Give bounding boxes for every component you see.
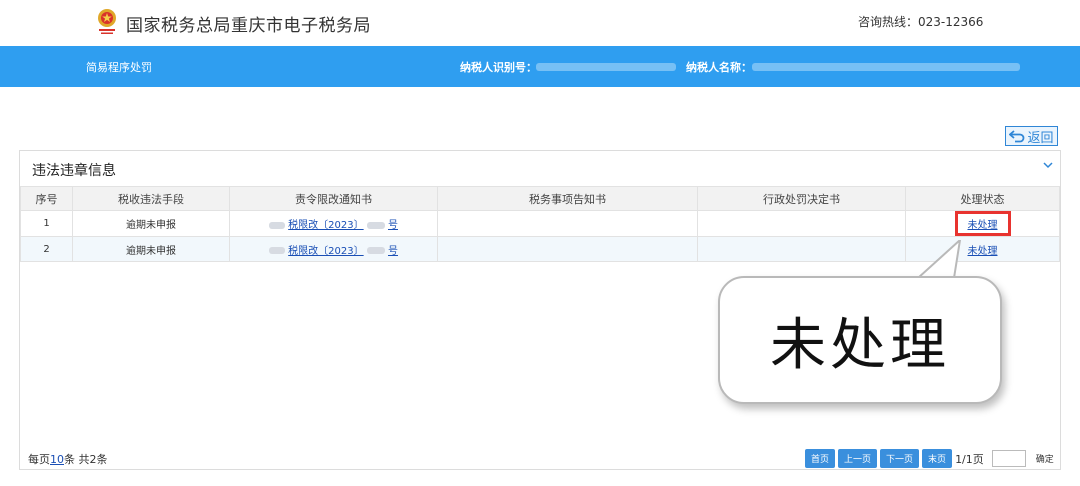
page-jump-input[interactable]: [991, 450, 1026, 467]
callout-bubble: 未处理: [718, 276, 1002, 404]
row-decision: [697, 236, 906, 262]
col-correction-notice: 责令限改通知书: [229, 186, 438, 211]
first-page-button[interactable]: 首页: [805, 449, 836, 468]
notice-suffix[interactable]: 号: [388, 246, 398, 257]
row-matters: [437, 210, 698, 237]
row-index: 2: [20, 236, 73, 262]
status-link[interactable]: 未处理: [968, 246, 998, 257]
row-matters: [437, 236, 698, 262]
page-size-info: 每页10条 共2条: [28, 451, 108, 467]
back-button-label: 返回: [1027, 130, 1054, 146]
redacted-text: [366, 221, 385, 229]
taxpayer-id-label: 纳税人识别号：: [460, 61, 537, 74]
tax-emblem-icon: [98, 9, 116, 34]
callout-tail: [915, 240, 962, 279]
page-jump-confirm[interactable]: 确定: [1036, 452, 1054, 465]
row-index: 1: [20, 210, 73, 237]
callout-text: 未处理: [770, 312, 950, 378]
page: 国家税务总局重庆市电子税务局 咨询热线：023-12366 简易程序处罚 纳税人…: [0, 0, 1080, 486]
row-status: 未处理: [905, 210, 1060, 237]
per-page-suffix: 条 共2条: [64, 453, 108, 466]
prev-page-button[interactable]: 上一页: [838, 449, 878, 468]
header: 国家税务总局重庆市电子税务局 咨询热线：023-12366: [0, 0, 1080, 46]
next-page-button[interactable]: 下一页: [880, 449, 920, 468]
notice-number[interactable]: 税限改〔2023〕: [288, 220, 363, 231]
row-means: 逾期未申报: [72, 210, 230, 237]
panel-title: 违法违章信息: [32, 163, 116, 179]
page-info: 1/1页: [955, 452, 984, 466]
taxpayer-id-redacted: [536, 63, 676, 71]
table-header-row: 序号 税收违法手段 责令限改通知书 税务事项告知书 行政处罚决定书 处理状态: [20, 186, 1060, 211]
chevron-down-icon[interactable]: [1042, 159, 1054, 171]
notice-number[interactable]: 税限改〔2023〕: [288, 246, 363, 257]
redacted-text: [366, 247, 385, 254]
col-means: 税收违法手段: [72, 186, 230, 211]
return-arrow-icon: [1009, 130, 1025, 143]
status-highlight: 未处理: [954, 211, 1011, 236]
redacted-text: [268, 221, 285, 229]
status-link[interactable]: 未处理: [968, 220, 998, 231]
row-means: 逾期未申报: [72, 236, 230, 262]
col-status: 处理状态: [905, 186, 1060, 211]
table-row: 1 逾期未申报 税限改〔2023〕 号 未处理: [20, 210, 1060, 237]
back-button[interactable]: 返回: [1005, 126, 1058, 146]
taxpayer-name-label: 纳税人名称：: [686, 61, 752, 74]
per-page-value[interactable]: 10: [50, 453, 64, 466]
col-penalty-decision: 行政处罚决定书: [697, 186, 906, 211]
redacted-text: [268, 247, 285, 254]
per-page-prefix: 每页: [28, 453, 50, 466]
bar-title: 简易程序处罚: [86, 61, 152, 74]
row-decision: [697, 210, 906, 237]
last-page-button[interactable]: 末页: [922, 449, 953, 468]
col-index: 序号: [20, 186, 73, 211]
hotline: 咨询热线：023-12366: [858, 15, 984, 29]
pagination: 首页 上一页 下一页 末页 1/1页 确定: [805, 449, 1054, 468]
site-title: 国家税务总局重庆市电子税务局: [126, 16, 371, 36]
taxpayer-name-redacted: [752, 63, 1020, 71]
table-row: 2 逾期未申报 税限改〔2023〕 号 未处理: [20, 236, 1060, 262]
top-bar: 简易程序处罚 纳税人识别号： 纳税人名称：: [0, 46, 1080, 87]
correction-notice-link[interactable]: 税限改〔2023〕 号: [229, 236, 438, 262]
col-matters-notice: 税务事项告知书: [437, 186, 698, 211]
notice-suffix[interactable]: 号: [388, 220, 398, 231]
violation-table: 序号 税收违法手段 责令限改通知书 税务事项告知书 行政处罚决定书 处理状态 1…: [20, 186, 1060, 262]
correction-notice-link[interactable]: 税限改〔2023〕 号: [229, 210, 438, 237]
